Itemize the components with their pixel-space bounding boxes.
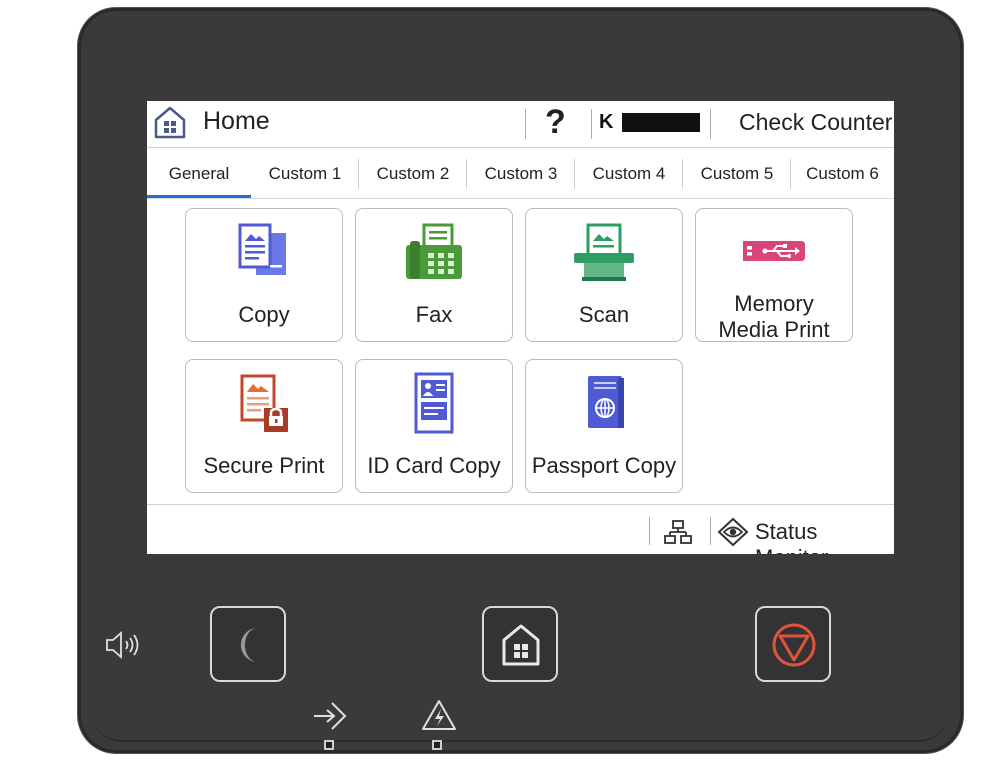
- error-led: [432, 740, 442, 750]
- memory-label-line1: Memory: [734, 291, 814, 316]
- bezel-edge: [92, 700, 949, 742]
- tab-custom-2[interactable]: Custom 2: [359, 149, 467, 198]
- secure-print-tile[interactable]: Secure Print: [185, 359, 343, 493]
- scan-tile[interactable]: Scan: [525, 208, 683, 342]
- divider: [710, 517, 711, 545]
- network-icon[interactable]: [663, 519, 693, 545]
- tab-custom-1[interactable]: Custom 1: [251, 149, 359, 198]
- page-title: Home: [203, 107, 270, 135]
- id-card-icon: [414, 372, 454, 434]
- tab-custom-4[interactable]: Custom 4: [575, 149, 683, 198]
- touch-screen: Home ? K Check Counter General Custom 1 …: [147, 101, 894, 554]
- copy-icon: [238, 223, 286, 275]
- usb-icon: [743, 241, 805, 261]
- volume-icon[interactable]: [104, 630, 144, 660]
- copy-label: Copy: [238, 302, 290, 327]
- passport-copy-tile[interactable]: Passport Copy: [525, 359, 683, 493]
- tab-custom-5[interactable]: Custom 5: [683, 149, 791, 198]
- sleep-button[interactable]: [210, 606, 286, 682]
- status-monitor-button[interactable]: Status Monitor: [755, 519, 894, 554]
- divider: [649, 517, 650, 545]
- tab-general[interactable]: General: [147, 149, 251, 198]
- secure-print-icon: [240, 374, 288, 432]
- home-icon: [502, 624, 540, 666]
- moon-icon: [240, 628, 260, 663]
- copy-tile[interactable]: Copy: [185, 208, 343, 342]
- error-indicator-icon: [422, 700, 456, 730]
- stop-button[interactable]: [755, 606, 831, 682]
- memory-label-line2: Media Print: [718, 317, 830, 342]
- memory-media-print-tile[interactable]: Memory Media Print: [695, 208, 853, 342]
- divider: [525, 109, 526, 139]
- divider: [591, 109, 592, 139]
- id-card-copy-tile[interactable]: ID Card Copy: [355, 359, 513, 493]
- home-icon[interactable]: [153, 105, 187, 139]
- home-button[interactable]: [482, 606, 558, 682]
- fax-tile[interactable]: Fax: [355, 208, 513, 342]
- passport-icon: [588, 376, 624, 428]
- scan-label: Scan: [578, 302, 630, 327]
- fax-label: Fax: [415, 302, 453, 327]
- fax-icon: [406, 223, 462, 279]
- ink-level-bar[interactable]: [622, 113, 700, 132]
- divider: [710, 109, 711, 139]
- help-button[interactable]: ?: [545, 103, 566, 142]
- ink-level-fill: [622, 113, 700, 132]
- tab-bar: General Custom 1 Custom 2 Custom 3 Custo…: [147, 149, 894, 199]
- scan-icon: [574, 223, 634, 281]
- data-led: [324, 740, 334, 750]
- ink-color-label: K: [599, 111, 614, 133]
- data-in-indicator-icon: [314, 702, 347, 730]
- check-counter-button[interactable]: Check Counter: [739, 109, 892, 136]
- passport-copy-label: Passport Copy: [531, 453, 677, 478]
- status-bar: Status Monitor: [147, 504, 894, 554]
- tab-custom-3[interactable]: Custom 3: [467, 149, 575, 198]
- secure-print-label: Secure Print: [203, 453, 325, 478]
- stop-icon: [772, 623, 816, 667]
- id-card-copy-label: ID Card Copy: [367, 453, 501, 478]
- tab-custom-6[interactable]: Custom 6: [791, 149, 894, 198]
- header-bar: Home ? K Check Counter: [147, 101, 894, 148]
- memory-media-print-label: Memory Media Print: [696, 291, 852, 343]
- status-monitor-icon[interactable]: [717, 517, 749, 547]
